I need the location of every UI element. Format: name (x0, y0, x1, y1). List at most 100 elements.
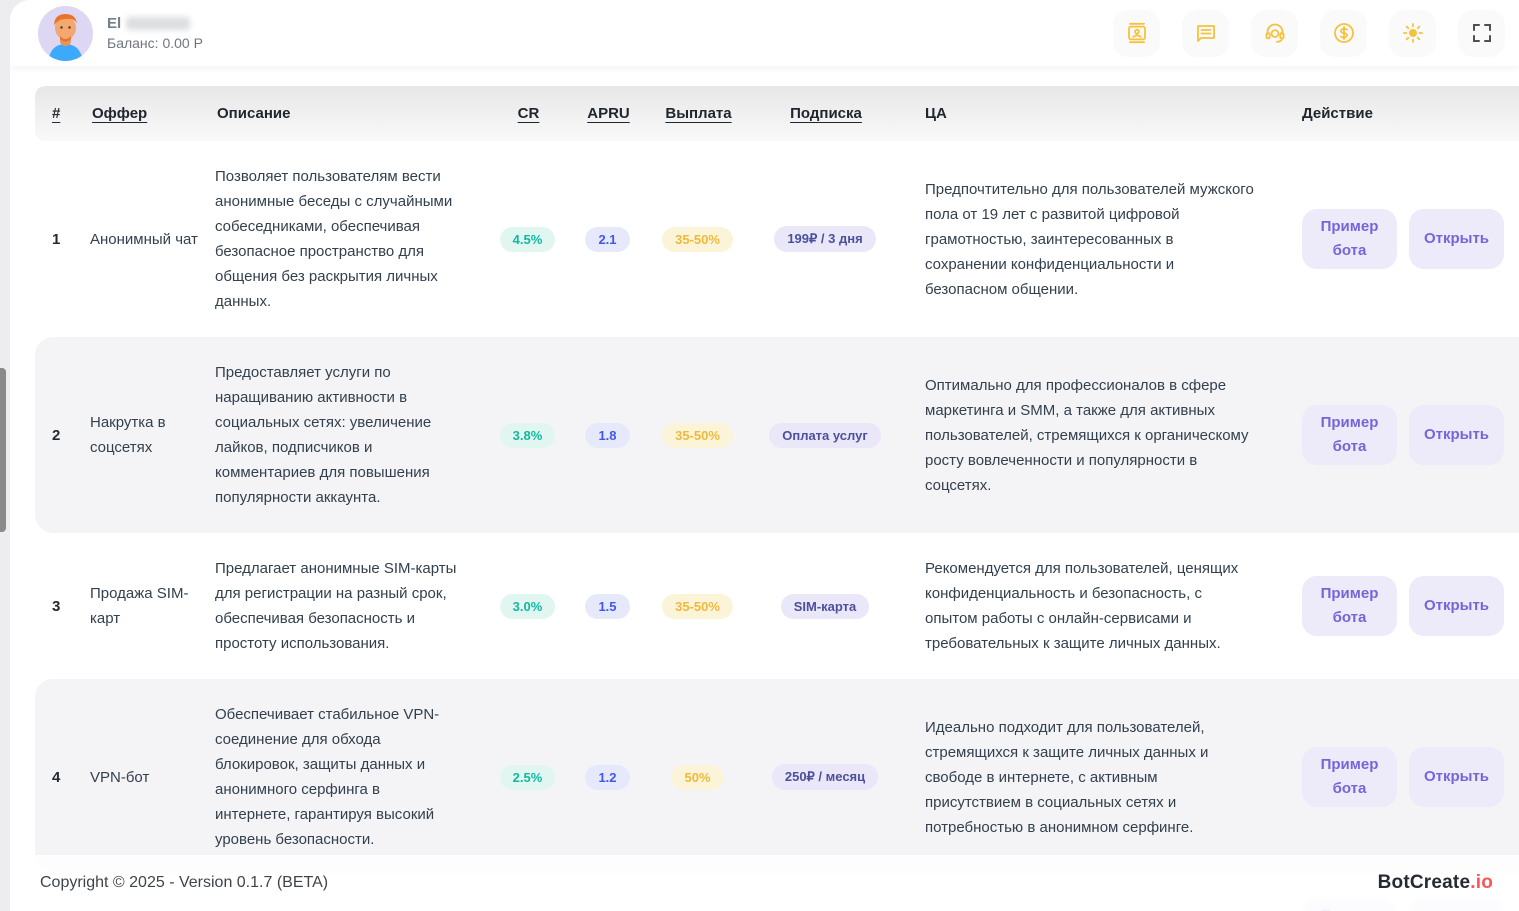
cr-cell: 4.5% (485, 227, 570, 252)
column-header-action: Действие (1285, 105, 1519, 122)
chat-button[interactable] (1182, 10, 1229, 57)
example-bot-button[interactable]: Пример бота (1302, 209, 1397, 269)
support-button[interactable] (1251, 10, 1298, 57)
table-row: 2 Накрутка в соцсетях Предоставляет услу… (35, 337, 1519, 533)
left-scrollbar[interactable] (0, 368, 6, 532)
cr-badge: 2.5% (500, 765, 556, 790)
subscription-cell: 199₽ / 3 дня (750, 226, 900, 252)
action-cell: Пример бота Открыть (1285, 405, 1519, 465)
subscription-badge: Оплата услуг (769, 423, 881, 448)
table-header: # Оффер Описание CR APRU Выплата Подписк… (35, 86, 1519, 141)
apru-badge: 1.2 (585, 765, 629, 790)
cr-badge: 4.5% (500, 227, 556, 252)
cr-cell: 3.0% (485, 594, 570, 619)
user-name: El (107, 15, 121, 32)
example-bot-button[interactable]: Пример бота (1302, 747, 1397, 807)
table-row: 4 VPN-бот Обеспечивает стабильное VPN-со… (35, 679, 1519, 875)
target-audience: Оптимально для профессионалов в сфере ма… (900, 373, 1285, 498)
chat-icon (1194, 21, 1218, 45)
column-header-subscription[interactable]: Подписка (788, 105, 862, 122)
apru-cell: 2.1 (570, 227, 645, 252)
open-button[interactable]: Открыть (1409, 747, 1504, 807)
open-button[interactable]: Открыть (1409, 405, 1504, 465)
offer-name: Продажа SIM-карт (90, 581, 215, 631)
apru-badge: 2.1 (585, 227, 629, 252)
offer-description: Предоставляет услуги по наращиванию акти… (215, 360, 485, 510)
user-meta: El Баланс: 0.00 Р (107, 15, 203, 51)
target-audience: Идеально подходит для пользователей, стр… (900, 715, 1285, 840)
fullscreen-icon (1470, 21, 1494, 45)
column-header-apru[interactable]: APRU (585, 105, 630, 122)
table-body: 1 Анонимный чат Позволяет пользователям … (35, 141, 1519, 911)
row-number: 1 (35, 227, 90, 252)
brand-suffix: .io (1470, 872, 1493, 893)
apru-cell: 1.2 (570, 765, 645, 790)
subscription-cell: Оплата услуг (750, 423, 900, 448)
main-card: El Баланс: 0.00 Р (10, 0, 1519, 911)
profile-card-icon (1125, 21, 1149, 45)
column-header-ta: ЦА (900, 105, 1285, 122)
offers-table: # Оффер Описание CR APRU Выплата Подписк… (10, 66, 1519, 911)
open-button[interactable]: Открыть (1409, 576, 1504, 636)
payout-cell: 35-50% (645, 227, 750, 252)
action-cell: Пример бота Открыть (1285, 576, 1519, 636)
cr-cell: 3.8% (485, 423, 570, 448)
support-icon (1263, 21, 1287, 45)
payout-badge: 50% (671, 765, 723, 790)
column-header-offer[interactable]: Оффер (90, 105, 215, 122)
example-bot-button[interactable]: Пример бота (1302, 405, 1397, 465)
row-number: 3 (35, 594, 90, 619)
dollar-icon (1332, 21, 1356, 45)
user-profile[interactable]: El Баланс: 0.00 Р (38, 6, 203, 61)
offer-name: VPN-бот (90, 765, 215, 790)
avatar (38, 6, 93, 61)
column-header-description: Описание (215, 105, 485, 122)
subscription-cell: SIM-карта (750, 594, 900, 619)
action-cell: Пример бота Открыть (1285, 747, 1519, 807)
offer-name: Анонимный чат (90, 227, 215, 252)
apru-badge: 1.8 (585, 423, 629, 448)
footer: Copyright © 2025 - Version 0.1.7 (BETA) … (10, 855, 1519, 911)
cr-badge: 3.8% (500, 423, 556, 448)
apru-cell: 1.5 (570, 594, 645, 619)
payout-badge: 35-50% (662, 227, 733, 252)
target-audience: Рекомендуется для пользователей, ценящих… (900, 556, 1285, 656)
column-header-num[interactable]: # (35, 105, 90, 122)
payout-cell: 50% (645, 765, 750, 790)
theme-toggle-button[interactable] (1389, 10, 1436, 57)
target-audience: Предпочтительно для пользователей мужско… (900, 177, 1285, 302)
subscription-badge: SIM-карта (781, 594, 870, 619)
subscription-badge: 250₽ / месяц (772, 764, 878, 790)
subscription-badge: 199₽ / 3 дня (774, 226, 875, 252)
offer-description: Позволяет пользователям вести анонимные … (215, 164, 485, 314)
topbar-icons (1113, 10, 1505, 57)
table-row: 1 Анонимный чат Позволяет пользователям … (35, 141, 1519, 337)
row-number: 4 (35, 765, 90, 790)
cr-cell: 2.5% (485, 765, 570, 790)
column-header-cr[interactable]: CR (516, 105, 540, 122)
apru-cell: 1.8 (570, 423, 645, 448)
brand-logo: BotCreate.io (1378, 872, 1493, 894)
user-balance: Баланс: 0.00 Р (107, 35, 203, 51)
theme-sun-icon (1401, 21, 1425, 45)
dollar-button[interactable] (1320, 10, 1367, 57)
topbar: El Баланс: 0.00 Р (10, 0, 1519, 66)
subscription-cell: 250₽ / месяц (750, 764, 900, 790)
payout-badge: 35-50% (662, 423, 733, 448)
copyright-text: Copyright © 2025 - Version 0.1.7 (BETA) (40, 874, 328, 892)
offer-name: Накрутка в соцсетях (90, 410, 215, 460)
payout-badge: 35-50% (662, 594, 733, 619)
payout-cell: 35-50% (645, 594, 750, 619)
profile-card-button[interactable] (1113, 10, 1160, 57)
redacted-name-blur (126, 17, 190, 30)
offer-description: Предлагает анонимные SIM-карты для регис… (215, 556, 485, 656)
action-cell: Пример бота Открыть (1285, 209, 1519, 269)
open-button[interactable]: Открыть (1409, 209, 1504, 269)
column-header-payout[interactable]: Выплата (663, 105, 731, 122)
example-bot-button[interactable]: Пример бота (1302, 576, 1397, 636)
apru-badge: 1.5 (585, 594, 629, 619)
cr-badge: 3.0% (500, 594, 556, 619)
avatar-illustration (38, 6, 93, 61)
fullscreen-button[interactable] (1458, 10, 1505, 57)
table-row: 3 Продажа SIM-карт Предлагает анонимные … (35, 533, 1519, 679)
